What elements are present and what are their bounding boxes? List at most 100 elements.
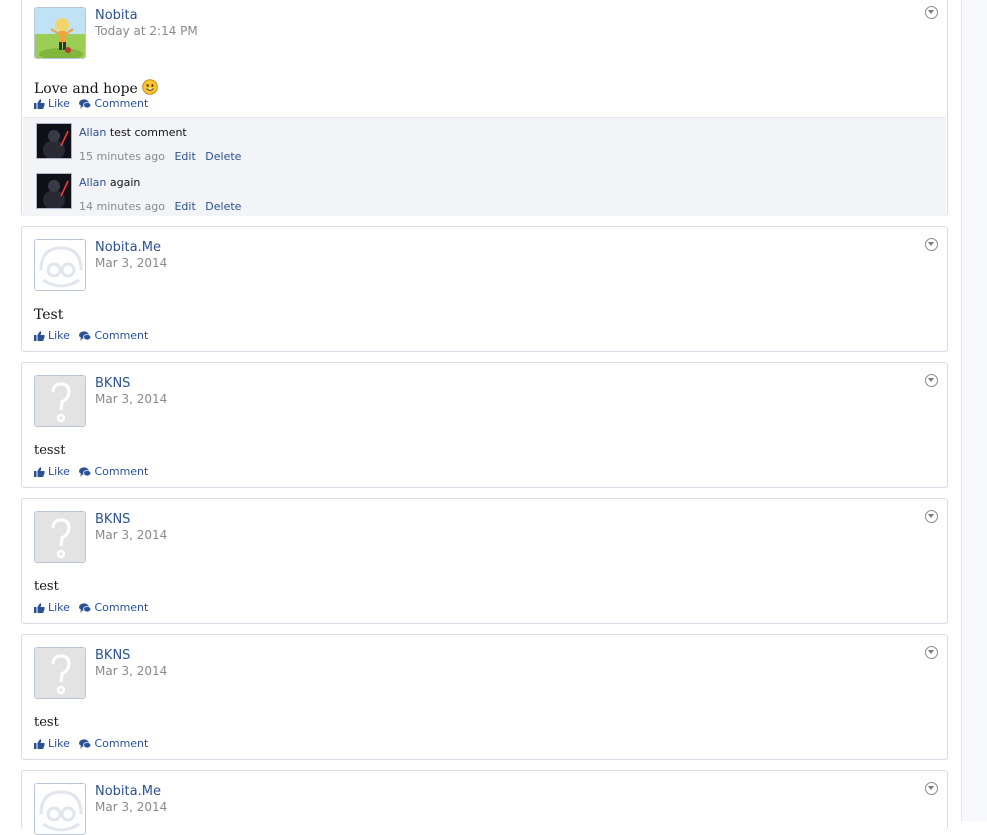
chevron-down-icon[interactable] xyxy=(925,6,938,19)
comment-button[interactable]: Comment xyxy=(79,329,148,342)
like-label: Like xyxy=(48,601,70,614)
thumbs-up-icon xyxy=(34,98,45,109)
question-mark-avatar-image xyxy=(35,512,85,562)
comment-delete-link[interactable]: Delete xyxy=(205,150,241,163)
post-date: Today at 2:14 PM xyxy=(95,24,198,38)
comment-username[interactable]: Allan xyxy=(79,126,106,139)
status-post: BKNS Mar 3, 2014 test Like Comment xyxy=(21,498,948,624)
chevron-down-icon[interactable] xyxy=(925,510,938,523)
avatar[interactable] xyxy=(34,647,86,699)
comment-line: Allan test comment xyxy=(79,126,187,139)
post-username[interactable]: Nobita.Me xyxy=(95,240,161,255)
like-button[interactable]: Like xyxy=(34,601,70,614)
comment-icon xyxy=(79,738,92,748)
comment-label: Comment xyxy=(94,737,149,750)
post-date: Mar 3, 2014 xyxy=(95,664,168,678)
post-date: Mar 3, 2014 xyxy=(95,392,168,406)
status-post: BKNS Mar 3, 2014 test Like Comment xyxy=(21,634,948,760)
comment-item: Allan again 14 minutes ago Edit Delete xyxy=(36,170,916,213)
like-label: Like xyxy=(48,465,70,478)
like-button[interactable]: Like xyxy=(34,465,70,478)
post-actions: Like Comment xyxy=(34,737,154,752)
status-post: Nobita.Me Mar 3, 2014 xyxy=(21,770,948,835)
dark-figure-avatar-image xyxy=(37,174,71,208)
post-message-text: Test xyxy=(34,307,64,323)
question-mark-avatar-image xyxy=(35,648,85,698)
post-message-text: test xyxy=(34,579,59,594)
post-message: Love and hope xyxy=(34,79,158,97)
post-date: Mar 3, 2014 xyxy=(95,800,168,814)
comment-item: Allan test comment 15 minutes ago Edit D… xyxy=(36,120,916,163)
comment-username[interactable]: Allan xyxy=(79,176,106,189)
thumbs-up-icon xyxy=(34,602,45,613)
avatar[interactable] xyxy=(34,511,86,563)
page-right-gutter xyxy=(961,0,987,821)
status-post: Nobita.Me Mar 3, 2014 Test Like Comment xyxy=(21,226,948,352)
thumbs-up-icon xyxy=(34,330,45,341)
status-post: BKNS Mar 3, 2014 tesst Like Comment xyxy=(21,362,948,488)
question-mark-avatar-image xyxy=(35,376,85,426)
like-button[interactable]: Like xyxy=(34,97,70,110)
comment-avatar[interactable] xyxy=(36,173,72,209)
thumbs-up-icon xyxy=(34,738,45,749)
post-date: Mar 3, 2014 xyxy=(95,256,168,270)
comment-meta: 14 minutes ago Edit Delete xyxy=(79,200,241,213)
comment-time: 15 minutes ago xyxy=(79,150,165,163)
comment-delete-link[interactable]: Delete xyxy=(205,200,241,213)
thumbs-up-icon xyxy=(34,466,45,477)
chevron-down-icon[interactable] xyxy=(925,238,938,251)
comment-icon xyxy=(79,466,92,476)
comment-avatar[interactable] xyxy=(36,123,72,159)
like-label: Like xyxy=(48,329,70,342)
post-actions: Like Comment xyxy=(34,465,154,480)
post-date: Mar 3, 2014 xyxy=(95,528,168,542)
face-placeholder-avatar-image xyxy=(35,784,85,834)
like-label: Like xyxy=(48,97,70,110)
comment-meta: 15 minutes ago Edit Delete xyxy=(79,150,241,163)
comments-list: Allan test comment 15 minutes ago Edit D… xyxy=(23,117,946,216)
avatar[interactable] xyxy=(34,783,86,835)
comment-button[interactable]: Comment xyxy=(79,601,148,614)
like-button[interactable]: Like xyxy=(34,329,70,342)
comment-time: 14 minutes ago xyxy=(79,200,165,213)
face-placeholder-avatar-image xyxy=(35,240,85,290)
comment-edit-link[interactable]: Edit xyxy=(174,150,195,163)
comment-icon xyxy=(79,330,92,340)
comment-icon xyxy=(79,602,92,612)
status-post: Nobita Today at 2:14 PM Love and hope Li… xyxy=(21,0,948,216)
comment-icon xyxy=(79,98,92,108)
avatar[interactable] xyxy=(34,375,86,427)
post-message: tesst xyxy=(34,443,65,458)
post-message: test xyxy=(34,715,59,730)
post-username[interactable]: Nobita xyxy=(95,8,138,23)
like-label: Like xyxy=(48,737,70,750)
post-message: Test xyxy=(34,307,63,323)
comment-label: Comment xyxy=(94,97,149,110)
post-username[interactable]: BKNS xyxy=(95,648,130,663)
post-message-text: tesst xyxy=(34,443,66,458)
dark-figure-avatar-image xyxy=(37,124,71,158)
post-actions: Like Comment xyxy=(34,601,154,616)
comment-text: test comment xyxy=(109,126,187,139)
post-username[interactable]: BKNS xyxy=(95,376,130,391)
comment-label: Comment xyxy=(94,465,149,478)
post-message-text: Love and hope xyxy=(34,81,138,97)
chevron-down-icon[interactable] xyxy=(925,646,938,659)
avatar[interactable] xyxy=(34,7,86,59)
chevron-down-icon[interactable] xyxy=(925,782,938,795)
comment-button[interactable]: Comment xyxy=(79,465,148,478)
avatar[interactable] xyxy=(34,239,86,291)
post-message-text: test xyxy=(34,715,59,730)
comment-button[interactable]: Comment xyxy=(79,97,148,110)
post-message: test xyxy=(34,579,59,594)
post-username[interactable]: BKNS xyxy=(95,512,130,527)
like-button[interactable]: Like xyxy=(34,737,70,750)
comment-label: Comment xyxy=(94,601,149,614)
comment-edit-link[interactable]: Edit xyxy=(174,200,195,213)
post-actions: Like Comment xyxy=(34,97,154,112)
chevron-down-icon[interactable] xyxy=(925,374,938,387)
comment-button[interactable]: Comment xyxy=(79,737,148,750)
comment-text: again xyxy=(109,176,141,189)
post-username[interactable]: Nobita.Me xyxy=(95,784,161,799)
smiley-emoji-icon xyxy=(142,79,158,95)
